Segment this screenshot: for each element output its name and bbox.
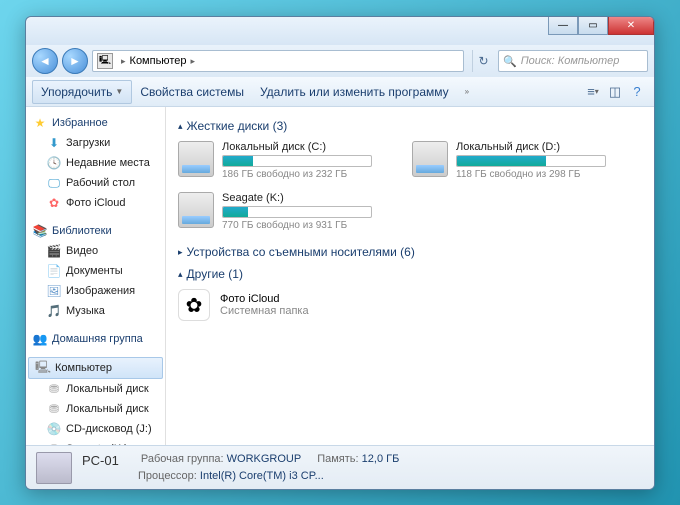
section-other[interactable]: ▴Другие (1) xyxy=(178,267,642,281)
music-icon: 🎵 xyxy=(46,303,62,319)
homegroup-icon: 👥 xyxy=(32,331,48,347)
cd-icon: 💿 xyxy=(46,421,62,437)
sidebar-libraries-header[interactable]: 📚Библиотеки xyxy=(26,221,165,241)
workgroup-label: Рабочая группа: xyxy=(141,453,224,465)
sidebar-favorites: ★Избранное ⬇Загрузки 🕓Недавние места 🖵Ра… xyxy=(26,113,165,213)
search-placeholder: Поиск: Компьютер xyxy=(521,55,620,67)
sidebar-item-computer[interactable]: 🖳Компьютер xyxy=(28,357,163,379)
minimize-button[interactable]: — xyxy=(548,17,578,35)
drive-icon: ⛃ xyxy=(46,401,62,417)
icloud-photos-icon: ✿ xyxy=(178,289,210,321)
sidebar-item-downloads[interactable]: ⬇Загрузки xyxy=(26,133,165,153)
computer-large-icon xyxy=(36,452,72,484)
address-bar: ◄ ► 🖳 ▸ Компьютер ▸ ↻ 🔍 Поиск: Компьютер xyxy=(26,45,654,77)
item-icloud-photos[interactable]: ✿ Фото iCloud Системная папка xyxy=(178,289,642,321)
preview-pane-button[interactable]: ◫ xyxy=(604,81,626,103)
drive-icon xyxy=(178,192,214,228)
item-type: Системная папка xyxy=(220,305,309,317)
explorer-window: — ▭ ✕ ◄ ► 🖳 ▸ Компьютер ▸ ↻ 🔍 Поиск: Ком… xyxy=(25,16,655,490)
pictures-icon: 🖼 xyxy=(46,283,62,299)
window-controls: — ▭ ✕ xyxy=(548,17,654,35)
maximize-button[interactable]: ▭ xyxy=(578,17,608,35)
titlebar[interactable]: — ▭ ✕ xyxy=(26,17,654,45)
back-button[interactable]: ◄ xyxy=(32,48,58,74)
help-button[interactable]: ? xyxy=(626,81,648,103)
sidebar-item-music[interactable]: 🎵Музыка xyxy=(26,301,165,321)
drive-free-text: 118 ГБ свободно из 298 ГБ xyxy=(456,169,622,180)
sidebar-libraries: 📚Библиотеки 🎬Видео 📄Документы 🖼Изображен… xyxy=(26,221,165,321)
toolbar: Упорядочить ▼ Свойства системы Удалить и… xyxy=(26,77,654,107)
download-icon: ⬇ xyxy=(46,135,62,151)
sidebar-item-recent[interactable]: 🕓Недавние места xyxy=(26,153,165,173)
sidebar-item-local-disk-c[interactable]: ⛃Локальный диск xyxy=(26,379,165,399)
sidebar-item-local-disk-d[interactable]: ⛃Локальный диск xyxy=(26,399,165,419)
document-icon: 📄 xyxy=(46,263,62,279)
pc-name: PC-01 xyxy=(82,453,119,468)
toolbar-overflow[interactable]: » xyxy=(457,83,477,100)
chevron-right-icon: ▸ xyxy=(121,56,126,67)
sidebar-item-icloud-photos[interactable]: ✿Фото iCloud xyxy=(26,193,165,213)
drive-icon xyxy=(178,141,214,177)
drive-free-text: 770 ГБ свободно из 931 ГБ xyxy=(222,220,388,231)
drives-list: Локальный диск (C:) 186 ГБ свободно из 2… xyxy=(178,141,642,231)
libraries-icon: 📚 xyxy=(32,223,48,239)
recent-icon: 🕓 xyxy=(46,155,62,171)
chevron-down-icon: ▼ xyxy=(115,87,123,96)
navigation-pane: ★Избранное ⬇Загрузки 🕓Недавние места 🖵Ра… xyxy=(26,107,166,445)
sidebar-item-pictures[interactable]: 🖼Изображения xyxy=(26,281,165,301)
organize-button[interactable]: Упорядочить ▼ xyxy=(32,80,132,104)
cpu-value: Intel(R) Core(TM) i3 CP... xyxy=(200,470,324,482)
computer-icon: 🖳 xyxy=(97,53,113,69)
window-body: ★Избранное ⬇Загрузки 🕓Недавние места 🖵Ра… xyxy=(26,107,654,445)
icloud-icon: ✿ xyxy=(46,195,62,211)
breadcrumb-location[interactable]: Компьютер xyxy=(130,55,187,67)
sidebar-homegroup: 👥Домашняя группа xyxy=(26,329,165,349)
search-input[interactable]: 🔍 Поиск: Компьютер xyxy=(498,50,648,72)
collapse-icon: ▴ xyxy=(178,269,183,280)
sidebar-item-cd-drive[interactable]: 💿CD-дисковод (J:) xyxy=(26,419,165,439)
section-removable[interactable]: ▸Устройства со съемными носителями (6) xyxy=(178,245,642,259)
item-name: Фото iCloud xyxy=(220,293,309,305)
section-hard-drives[interactable]: ▴Жесткие диски (3) xyxy=(178,119,642,133)
chevron-right-icon: ▸ xyxy=(190,56,195,67)
collapse-icon: ▴ xyxy=(178,121,183,132)
drive-local-d[interactable]: Локальный диск (D:) 118 ГБ свободно из 2… xyxy=(412,141,622,180)
video-icon: 🎬 xyxy=(46,243,62,259)
refresh-button[interactable]: ↻ xyxy=(472,50,494,72)
drive-local-c[interactable]: Локальный диск (C:) 186 ГБ свободно из 2… xyxy=(178,141,388,180)
details-pane: PC-01 Рабочая группа: WORKGROUP Память: … xyxy=(26,445,654,489)
computer-icon: 🖳 xyxy=(35,360,51,376)
drive-seagate-k[interactable]: Seagate (K:) 770 ГБ свободно из 931 ГБ xyxy=(178,192,388,231)
system-properties-button[interactable]: Свойства системы xyxy=(132,81,252,103)
content-pane: ▴Жесткие диски (3) Локальный диск (C:) 1… xyxy=(166,107,654,445)
desktop-icon: 🖵 xyxy=(46,175,62,191)
drive-name: Seagate (K:) xyxy=(222,192,388,204)
sidebar-homegroup-header[interactable]: 👥Домашняя группа xyxy=(26,329,165,349)
sidebar-item-desktop[interactable]: 🖵Рабочий стол xyxy=(26,173,165,193)
drive-usage-bar xyxy=(456,155,606,167)
drive-usage-bar xyxy=(222,206,372,218)
sidebar-item-documents[interactable]: 📄Документы xyxy=(26,261,165,281)
drive-icon xyxy=(412,141,448,177)
expand-icon: ▸ xyxy=(178,247,183,258)
search-icon: 🔍 xyxy=(503,55,517,68)
view-options-button[interactable]: ≡▾ xyxy=(582,81,604,103)
memory-label: Память: xyxy=(317,453,358,465)
drive-usage-bar xyxy=(222,155,372,167)
drive-name: Локальный диск (C:) xyxy=(222,141,388,153)
drive-free-text: 186 ГБ свободно из 232 ГБ xyxy=(222,169,388,180)
sidebar-computer: 🖳Компьютер ⛃Локальный диск ⛃Локальный ди… xyxy=(26,357,165,445)
drive-icon: ⛃ xyxy=(46,381,62,397)
sidebar-favorites-header[interactable]: ★Избранное xyxy=(26,113,165,133)
cpu-label: Процессор: xyxy=(138,470,197,482)
workgroup-value: WORKGROUP xyxy=(227,453,302,465)
uninstall-button[interactable]: Удалить или изменить программу xyxy=(252,81,457,103)
breadcrumb[interactable]: 🖳 ▸ Компьютер ▸ xyxy=(92,50,464,72)
forward-button[interactable]: ► xyxy=(62,48,88,74)
close-button[interactable]: ✕ xyxy=(608,17,654,35)
memory-value: 12,0 ГБ xyxy=(362,453,400,465)
drive-name: Локальный диск (D:) xyxy=(456,141,622,153)
star-icon: ★ xyxy=(32,115,48,131)
sidebar-item-videos[interactable]: 🎬Видео xyxy=(26,241,165,261)
